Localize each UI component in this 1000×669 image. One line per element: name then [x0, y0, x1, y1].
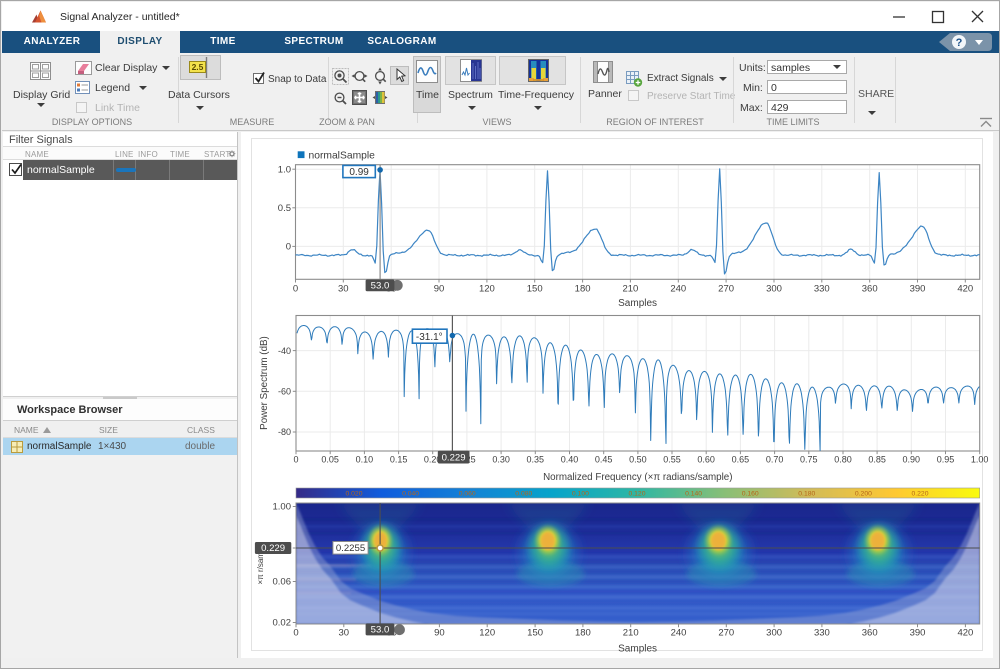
- svg-text:53.0: 53.0: [371, 281, 390, 292]
- svg-text:300: 300: [766, 284, 782, 295]
- svg-text:0.90: 0.90: [903, 455, 921, 465]
- svg-text:180: 180: [575, 628, 591, 639]
- svg-text:0.220: 0.220: [911, 491, 928, 498]
- svg-text:-80: -80: [278, 427, 291, 437]
- svg-text:0.60: 0.60: [697, 455, 715, 465]
- svg-text:360: 360: [862, 628, 878, 639]
- svg-text:210: 210: [623, 628, 639, 639]
- svg-text:-60: -60: [278, 387, 291, 397]
- svg-text:30: 30: [339, 628, 350, 639]
- svg-text:0.180: 0.180: [798, 491, 815, 498]
- svg-text:0.30: 0.30: [492, 455, 510, 465]
- svg-text:360: 360: [862, 284, 878, 295]
- svg-text:0.040: 0.040: [402, 491, 419, 498]
- svg-text:0.5: 0.5: [278, 203, 291, 214]
- svg-text:0.100: 0.100: [572, 491, 589, 498]
- svg-text:240: 240: [670, 284, 686, 295]
- svg-text:2.5: 2.5: [192, 62, 204, 72]
- svg-text:420: 420: [957, 628, 973, 639]
- svg-text:150: 150: [527, 628, 543, 639]
- svg-text:270: 270: [718, 628, 734, 639]
- svg-text:normalSample: normalSample: [309, 151, 376, 162]
- svg-text:0.80: 0.80: [834, 455, 852, 465]
- svg-text:Samples: Samples: [618, 298, 657, 309]
- svg-text:0.85: 0.85: [868, 455, 886, 465]
- svg-text:1.0: 1.0: [278, 164, 291, 175]
- svg-text:390: 390: [910, 628, 926, 639]
- svg-text:30: 30: [338, 284, 349, 295]
- svg-text:0: 0: [293, 284, 298, 295]
- svg-text:0: 0: [286, 242, 291, 253]
- svg-text:0.70: 0.70: [766, 455, 784, 465]
- svg-text:0.02: 0.02: [273, 618, 292, 629]
- svg-text:-40: -40: [278, 346, 291, 356]
- svg-text:0.120: 0.120: [628, 491, 645, 498]
- svg-text:0.65: 0.65: [732, 455, 750, 465]
- svg-text:0.229: 0.229: [442, 452, 466, 463]
- svg-text:180: 180: [575, 284, 591, 295]
- svg-text:0.99: 0.99: [349, 167, 369, 178]
- svg-text:120: 120: [479, 284, 495, 295]
- svg-text:-31.1°: -31.1°: [416, 332, 443, 343]
- svg-text:0.95: 0.95: [937, 455, 955, 465]
- svg-text:?: ?: [956, 37, 963, 49]
- svg-text:90: 90: [434, 628, 445, 639]
- svg-text:53.0: 53.0: [371, 625, 390, 636]
- svg-text:Power Spectrum (dB): Power Spectrum (dB): [259, 336, 270, 430]
- svg-text:1.00: 1.00: [273, 502, 292, 513]
- svg-text:0.140: 0.140: [685, 491, 702, 498]
- svg-text:0.10: 0.10: [356, 455, 374, 465]
- svg-text:0.160: 0.160: [742, 491, 759, 498]
- svg-text:0: 0: [293, 455, 298, 465]
- svg-text:120: 120: [479, 628, 495, 639]
- svg-text:0.229: 0.229: [261, 543, 285, 554]
- svg-text:0.45: 0.45: [595, 455, 613, 465]
- svg-text:0.50: 0.50: [629, 455, 647, 465]
- svg-text:330: 330: [814, 628, 830, 639]
- svg-text:0.05: 0.05: [321, 455, 339, 465]
- svg-text:240: 240: [671, 628, 687, 639]
- svg-text:0.15: 0.15: [390, 455, 408, 465]
- svg-text:0.75: 0.75: [800, 455, 818, 465]
- svg-text:0.55: 0.55: [663, 455, 681, 465]
- svg-text:90: 90: [434, 284, 445, 295]
- svg-text:210: 210: [622, 284, 638, 295]
- svg-text:0: 0: [293, 628, 298, 639]
- svg-text:0.2255: 0.2255: [336, 543, 365, 554]
- svg-text:0.200: 0.200: [855, 491, 872, 498]
- svg-text:420: 420: [957, 284, 973, 295]
- svg-text:330: 330: [814, 284, 830, 295]
- svg-text:0.080: 0.080: [515, 491, 532, 498]
- svg-text:0.35: 0.35: [527, 455, 545, 465]
- svg-text:0.06: 0.06: [273, 577, 292, 588]
- svg-text:270: 270: [718, 284, 734, 295]
- svg-text:Normalized Frequency (×π radia: Normalized Frequency (×π radians/sample): [543, 472, 732, 483]
- svg-text:150: 150: [527, 284, 543, 295]
- svg-text:300: 300: [766, 628, 782, 639]
- svg-text:0.020: 0.020: [345, 491, 362, 498]
- svg-text:0.060: 0.060: [459, 491, 476, 498]
- svg-text:390: 390: [910, 284, 926, 295]
- svg-text:0.40: 0.40: [561, 455, 579, 465]
- svg-text:1.00: 1.00: [971, 455, 989, 465]
- svg-text:Samples: Samples: [618, 644, 657, 655]
